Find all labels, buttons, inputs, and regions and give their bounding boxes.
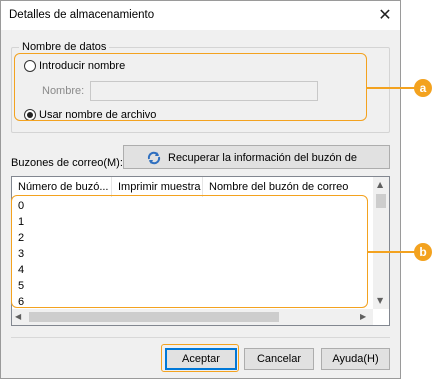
column-header-mailbox-number[interactable]: Número de buzó... xyxy=(12,177,112,197)
column-header-print-sample[interactable]: Imprimir muestra xyxy=(112,177,203,197)
column-header-mailbox-name[interactable]: Nombre del buzón de correo xyxy=(203,177,373,197)
scroll-right-icon[interactable]: ▶ xyxy=(360,312,366,321)
callout-a-line xyxy=(367,87,415,89)
mailboxes-label: Buzones de correo(M): xyxy=(11,157,123,169)
cancel-button[interactable]: Cancelar xyxy=(244,348,314,370)
help-button[interactable]: Ayuda(H) xyxy=(321,348,390,370)
refresh-icon xyxy=(147,151,161,165)
scroll-left-icon[interactable]: ◀ xyxy=(15,312,21,321)
window-title: Detalles de almacenamiento xyxy=(9,9,155,21)
retrieve-mailbox-info-button[interactable]: Recuperar la información del buzón de co… xyxy=(123,145,390,186)
scroll-up-icon[interactable]: ▲ xyxy=(377,180,383,189)
callout-b-badge: b xyxy=(414,243,432,261)
callout-a-highlight xyxy=(14,53,367,121)
horizontal-scroll-thumb[interactable] xyxy=(29,312,279,322)
accept-button-highlight xyxy=(161,344,239,372)
data-name-group-legend: Nombre de datos xyxy=(19,41,110,53)
vertical-scrollbar[interactable]: ▲ ▼ xyxy=(373,177,389,309)
callout-b-highlight xyxy=(11,195,368,308)
horizontal-scrollbar[interactable]: ◀ ▶ xyxy=(12,309,373,325)
title-bar: Detalles de almacenamiento ✕ xyxy=(1,1,400,30)
close-icon[interactable]: ✕ xyxy=(373,4,397,26)
callout-b-line xyxy=(368,251,415,253)
callout-a-badge: a xyxy=(414,79,432,97)
scroll-down-icon[interactable]: ▼ xyxy=(377,296,383,305)
button-separator xyxy=(11,337,390,338)
vertical-scroll-thumb[interactable] xyxy=(376,194,386,208)
